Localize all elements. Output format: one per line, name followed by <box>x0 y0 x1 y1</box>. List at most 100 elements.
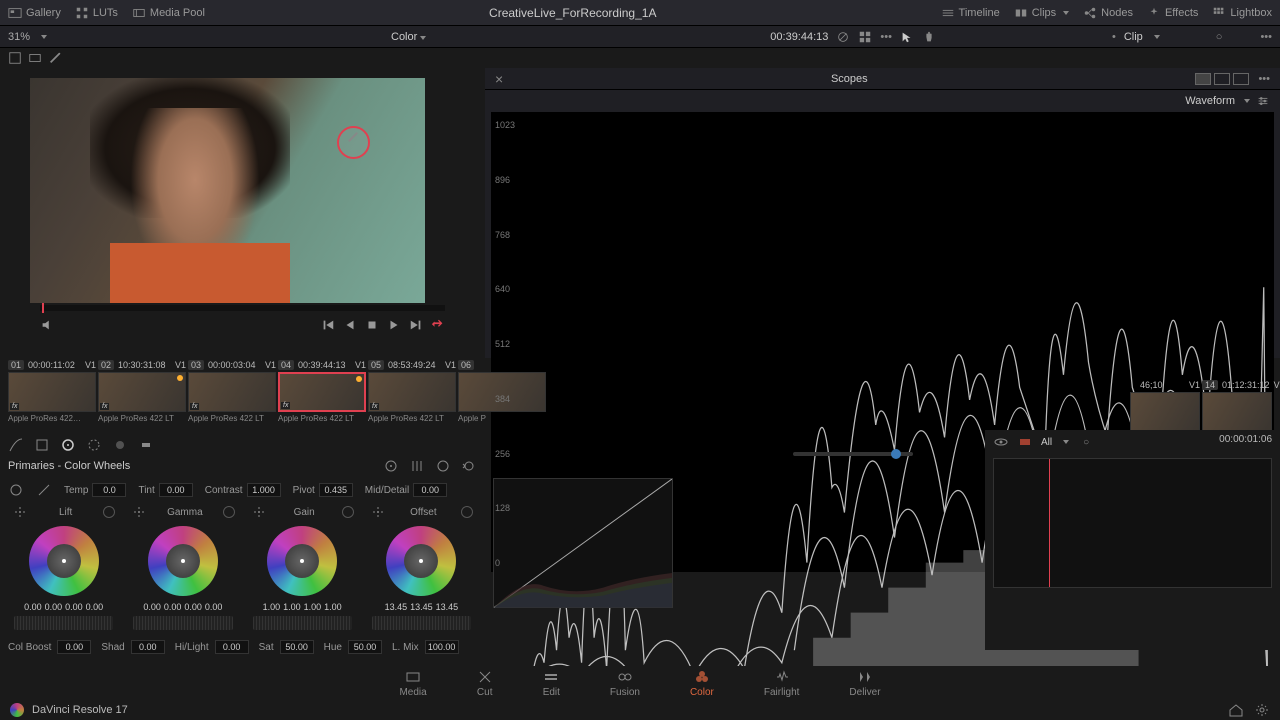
scope-settings-icon[interactable] <box>1256 94 1270 108</box>
next-clip-icon[interactable] <box>409 318 423 332</box>
zoom-dropdown[interactable]: 31% <box>8 31 30 43</box>
tracker-icon[interactable] <box>86 437 102 453</box>
key-icon[interactable] <box>138 437 154 453</box>
colboost-input[interactable] <box>57 640 91 654</box>
clip-thumb-03[interactable]: 0300:00:03:04V1fxApple ProRes 422 LT <box>188 358 276 430</box>
page-media[interactable]: Media <box>399 669 426 698</box>
temp-input[interactable] <box>92 483 126 497</box>
middetail-input[interactable] <box>413 483 447 497</box>
viewer-timecode[interactable]: 00:39:44:13 <box>770 31 828 43</box>
pivot-input[interactable] <box>319 483 353 497</box>
wheel-picker-icon[interactable] <box>131 504 147 520</box>
kf-playhead[interactable] <box>1049 459 1050 587</box>
softclip-slider[interactable] <box>793 452 913 456</box>
curves-editor[interactable] <box>493 478 673 608</box>
qualifier-icon[interactable] <box>34 437 50 453</box>
gain-jog[interactable] <box>253 616 352 630</box>
page-color[interactable]: Color <box>690 669 714 698</box>
wheel-picker-icon[interactable] <box>12 504 28 520</box>
clip-thumb-01[interactable]: 0100:00:11:02V1fxApple ProRes 422… <box>8 358 96 430</box>
fusion-icon <box>617 669 633 685</box>
loop-icon[interactable] <box>431 318 445 332</box>
contrast-input[interactable] <box>247 483 281 497</box>
fairlight-icon <box>774 669 790 685</box>
offset-wheel[interactable] <box>386 526 456 596</box>
timeline-icon <box>941 6 955 20</box>
lift-jog[interactable] <box>14 616 113 630</box>
clip-thumb-02[interactable]: 0210:30:31:08V1fxApple ProRes 422 LT <box>98 358 186 430</box>
clip-dropdown[interactable]: Clip <box>1124 31 1143 43</box>
shad-input[interactable] <box>131 640 165 654</box>
page-cut[interactable]: Cut <box>477 669 493 698</box>
wheel-picker-icon[interactable] <box>251 504 267 520</box>
adjust-icon[interactable] <box>8 51 22 65</box>
bars-mode-icon[interactable] <box>409 458 425 474</box>
kf-all[interactable]: All <box>1041 437 1052 448</box>
deliver-icon <box>857 669 873 685</box>
circle-tool-icon[interactable] <box>60 437 76 453</box>
curves-icon[interactable] <box>8 437 24 453</box>
wand-icon[interactable] <box>48 51 62 65</box>
home-icon[interactable] <box>1228 702 1244 718</box>
lift-wheel[interactable] <box>29 526 99 596</box>
stop-icon[interactable] <box>365 318 379 332</box>
effects-button[interactable]: Effects <box>1147 6 1198 20</box>
blur-icon[interactable] <box>112 437 128 453</box>
gamma-wheel[interactable] <box>148 526 218 596</box>
clips-button[interactable]: Clips <box>1014 6 1069 20</box>
offset-jog[interactable] <box>372 616 471 630</box>
page-deliver[interactable]: Deliver <box>849 669 880 698</box>
play-icon[interactable] <box>387 318 401 332</box>
mute-icon[interactable] <box>40 318 54 332</box>
arrow-icon[interactable] <box>900 30 914 44</box>
wheels-mode-icon[interactable] <box>383 458 399 474</box>
lightbox-button[interactable]: Lightbox <box>1212 6 1272 20</box>
color-picker-cursor[interactable] <box>337 126 370 159</box>
scope-layout-4[interactable] <box>1233 73 1249 85</box>
clip-thumb-04[interactable]: 0400:39:44:13V1fxApple ProRes 422 LT <box>278 358 366 430</box>
lmix-input[interactable] <box>425 640 459 654</box>
nodes-button[interactable]: Nodes <box>1083 6 1133 20</box>
picker-b-icon[interactable] <box>36 482 52 498</box>
wheel-reset[interactable] <box>223 506 235 518</box>
scope-layout-1[interactable] <box>1195 73 1211 85</box>
prev-clip-icon[interactable] <box>321 318 335 332</box>
step-back-icon[interactable] <box>343 318 357 332</box>
wheel-picker-icon[interactable] <box>370 504 386 520</box>
settings-icon[interactable] <box>1254 702 1270 718</box>
mediapool-button[interactable]: Media Pool <box>132 6 205 20</box>
page-fairlight[interactable]: Fairlight <box>764 669 800 698</box>
hand-icon[interactable] <box>922 30 936 44</box>
scopes-close-icon[interactable]: × <box>495 71 503 87</box>
kf-eye-icon[interactable] <box>993 434 1009 450</box>
reset-all-icon[interactable] <box>461 458 477 474</box>
viewer[interactable] <box>30 78 425 303</box>
gain-wheel[interactable] <box>267 526 337 596</box>
scope-layout-2[interactable] <box>1214 73 1230 85</box>
page-label[interactable]: Color <box>391 31 417 43</box>
viewer-scrubber[interactable] <box>40 305 445 311</box>
safe-icon[interactable] <box>28 51 42 65</box>
gamma-jog[interactable] <box>133 616 232 630</box>
gallery-button[interactable]: Gallery <box>8 6 61 20</box>
wheel-reset[interactable] <box>461 506 473 518</box>
scope-mode-dropdown[interactable]: Waveform <box>1185 95 1235 107</box>
luts-button[interactable]: LUTs <box>75 6 118 20</box>
keyframe-timeline[interactable] <box>993 458 1272 588</box>
clip-thumb-05[interactable]: 0508:53:49:24V1fxApple ProRes 422 LT <box>368 358 456 430</box>
project-title: CreativeLive_ForRecording_1A <box>205 6 941 20</box>
log-mode-icon[interactable] <box>435 458 451 474</box>
tint-input[interactable] <box>159 483 193 497</box>
wheel-reset[interactable] <box>103 506 115 518</box>
page-fusion[interactable]: Fusion <box>610 669 640 698</box>
timeline-button[interactable]: Timeline <box>941 6 1000 20</box>
bypass-icon[interactable] <box>836 30 850 44</box>
sat-input[interactable] <box>280 640 314 654</box>
kf-grade-icon[interactable] <box>1017 434 1033 450</box>
picker-a-icon[interactable] <box>8 482 24 498</box>
page-edit[interactable]: Edit <box>543 669 560 698</box>
grid-icon[interactable] <box>858 30 872 44</box>
hue-input[interactable] <box>348 640 382 654</box>
hilight-input[interactable] <box>215 640 249 654</box>
wheel-reset[interactable] <box>342 506 354 518</box>
